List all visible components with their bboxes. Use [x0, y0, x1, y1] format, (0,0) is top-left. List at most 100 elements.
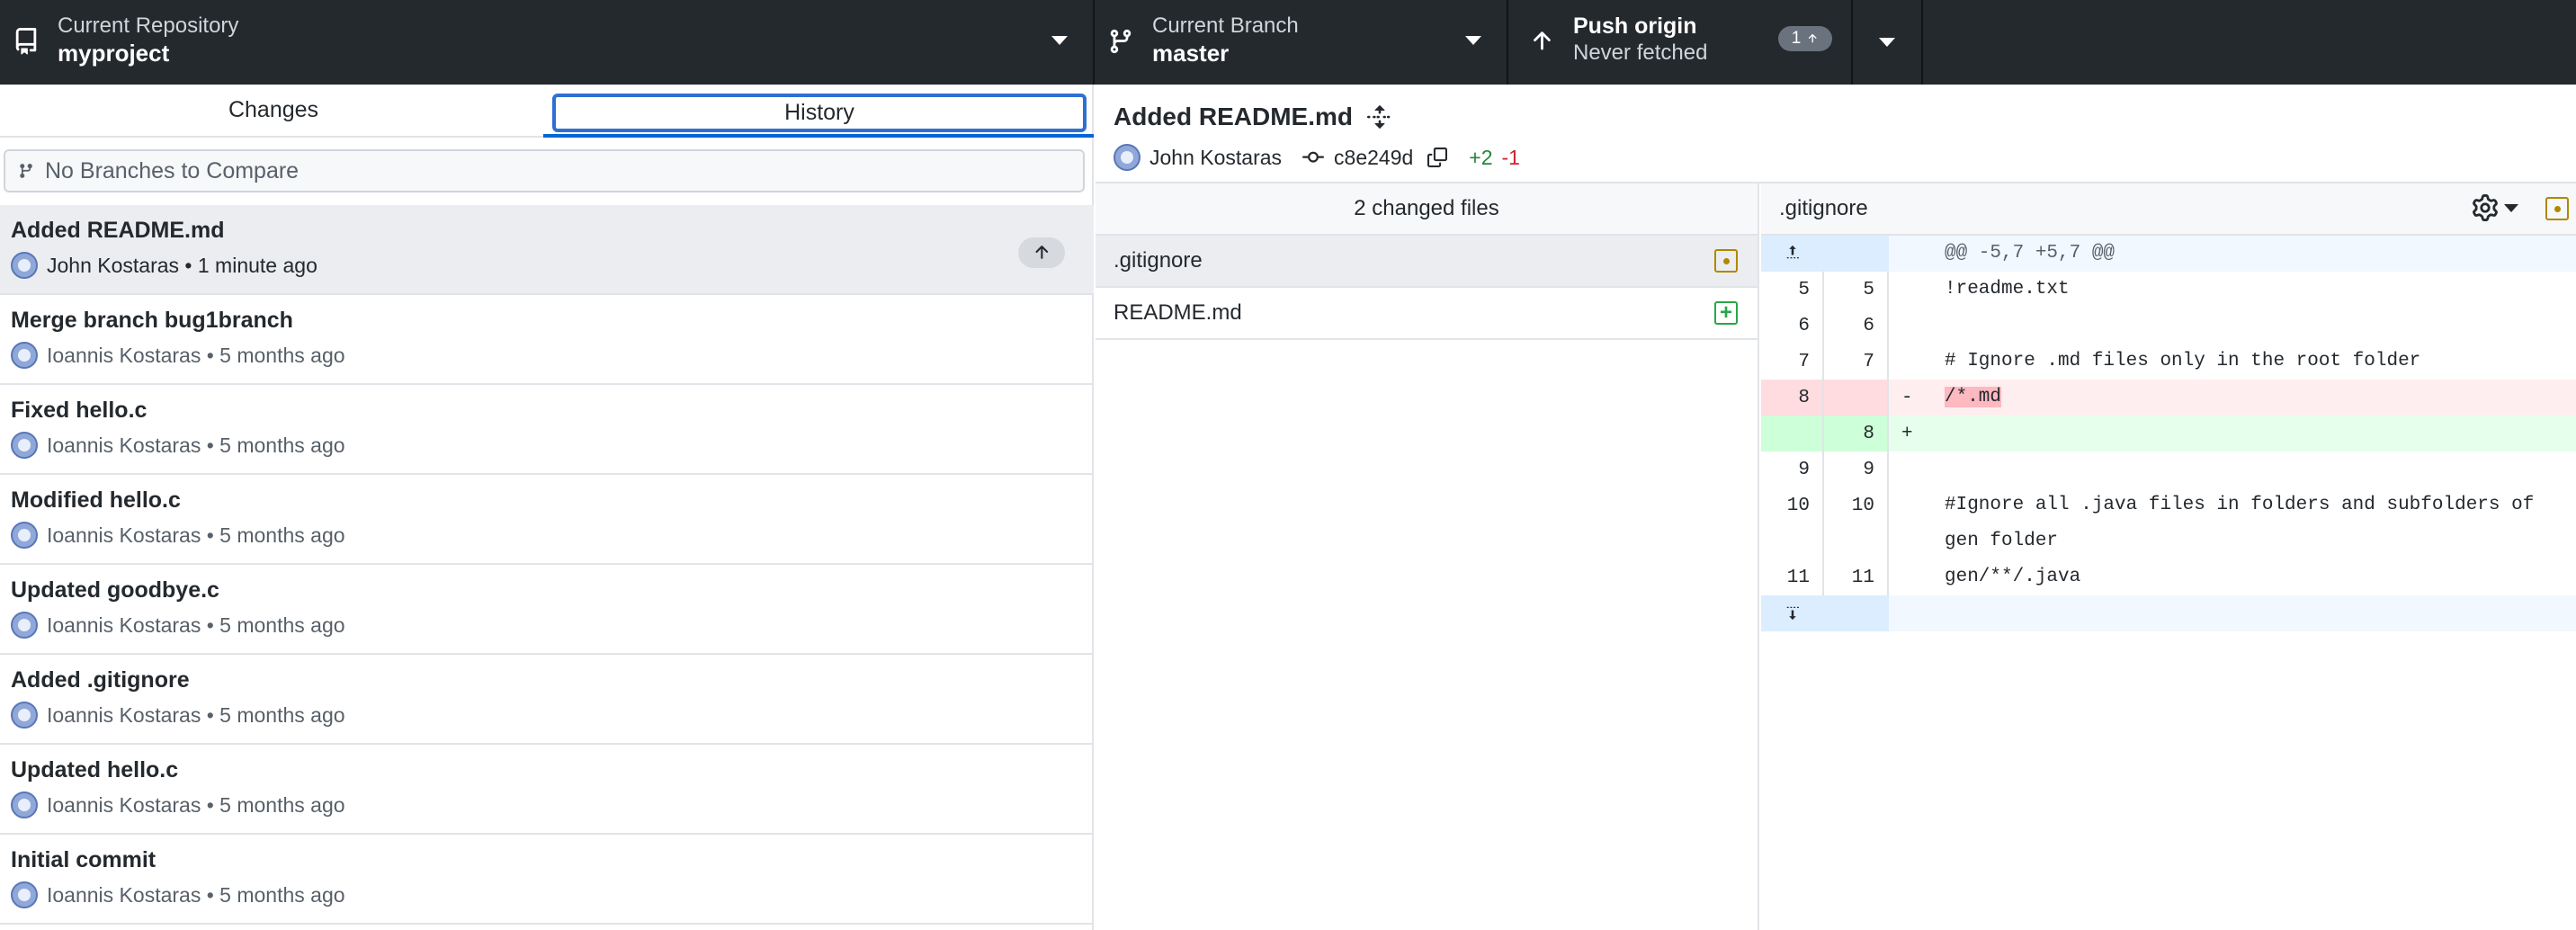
commit-item[interactable]: Fixed hello.c Ioannis Kostaras • 5 months… — [0, 385, 1094, 475]
expand-down-icon — [1786, 606, 1799, 621]
commit-sha: c8e249d — [1334, 145, 1414, 169]
diff-settings-button[interactable] — [2472, 194, 2518, 221]
git-commit-icon — [1302, 151, 1325, 163]
git-branch-icon — [20, 164, 32, 178]
commit-time: 5 months ago — [219, 523, 345, 547]
expand-up-button[interactable] — [1761, 236, 1824, 272]
new-line-number: 10 — [1824, 487, 1889, 559]
commit-meta: Ioannis Kostaras • 5 months ago — [11, 432, 345, 459]
old-line-number: 5 — [1761, 272, 1824, 308]
tab-changes[interactable]: Changes — [0, 85, 547, 136]
commit-meta: Ioannis Kostaras • 5 months ago — [11, 342, 345, 369]
fetch-status: Never fetched — [1573, 40, 1708, 65]
commit-author: Ioannis Kostaras — [47, 523, 201, 547]
diff-filename: .gitignore — [1779, 196, 1868, 220]
line-code: /*.md — [1945, 387, 2002, 407]
lines-deleted: -1 — [1501, 145, 1520, 169]
tab-bar: Changes History — [0, 85, 1094, 138]
commit-time: 5 months ago — [219, 433, 345, 457]
current-branch-button[interactable]: Current Branch master — [1095, 0, 1508, 85]
current-repository-button[interactable]: Current Repository myproject — [0, 0, 1095, 85]
added-icon: + — [1714, 301, 1738, 325]
changed-files-header: 2 changed files — [1096, 183, 1758, 236]
commit-meta: Ioannis Kostaras • 5 months ago — [11, 702, 345, 729]
file-name: README.md — [1114, 300, 1242, 325]
separator-dot: • — [201, 882, 220, 907]
history-sidebar: Changes History No Branches to Compare A… — [0, 85, 1094, 930]
chevron-down-icon — [1051, 36, 1068, 45]
avatar — [11, 702, 38, 729]
new-line-number: 11 — [1824, 559, 1889, 595]
new-line-number — [1824, 380, 1889, 416]
commit-summary-text: Initial commit — [11, 847, 157, 872]
commit-time: 1 minute ago — [197, 253, 318, 277]
tab-history[interactable]: History — [552, 94, 1087, 132]
separator-dot: • — [201, 613, 220, 637]
commit-item[interactable]: Modified hello.c Ioannis Kostaras • 5 mon… — [0, 475, 1094, 565]
repository-name: myproject — [58, 40, 170, 67]
old-line-number: 8 — [1761, 380, 1824, 416]
old-line-number — [1761, 416, 1824, 452]
commit-author: John Kostaras — [47, 253, 180, 277]
commit-item[interactable]: Added .gitignore Ioannis Kostaras • 5 mon… — [0, 655, 1094, 745]
gear-icon — [2473, 194, 2498, 221]
commit-author: Ioannis Kostaras — [47, 702, 201, 727]
file-item[interactable]: .gitignore — [1096, 236, 1758, 288]
commit-summary-text: Added .gitignore — [11, 667, 190, 693]
new-line-number: 5 — [1824, 272, 1889, 308]
line-sign: + — [1901, 424, 1913, 444]
commit-meta: Ioannis Kostaras • 5 months ago — [11, 791, 345, 818]
old-line-number: 6 — [1761, 308, 1824, 344]
commit-time: 5 months ago — [219, 343, 345, 367]
expand-down-button[interactable] — [1761, 595, 1824, 631]
commit-item[interactable]: Added README.md John Kostaras • 1 minute … — [0, 205, 1094, 295]
push-options-button[interactable] — [1853, 0, 1923, 85]
compare-branch-button[interactable]: No Branches to Compare — [4, 149, 1085, 192]
separator-dot: • — [179, 253, 198, 277]
line-code: #Ignore all .java files in folders and s… — [1945, 495, 2545, 551]
avatar — [11, 432, 38, 459]
separator-dot: • — [201, 702, 220, 727]
push-count: 1 — [1791, 29, 1802, 48]
commit-item[interactable]: Updated hello.c Ioannis Kostaras • 5 mont… — [0, 745, 1094, 835]
arrow-up-icon — [1534, 31, 1551, 50]
commit-time: 5 months ago — [219, 882, 345, 907]
commit-item[interactable]: Merge branch bug1branch Ioannis Kostaras … — [0, 295, 1094, 385]
hunk-footer-row — [1761, 595, 2576, 631]
commit-time: 5 months ago — [219, 613, 345, 637]
avatar — [11, 342, 38, 369]
copy-icon[interactable] — [1427, 148, 1448, 167]
avatar — [11, 252, 38, 279]
commit-time: 5 months ago — [219, 702, 345, 727]
arrow-up-icon — [1809, 33, 1817, 43]
changed-files-panel: 2 changed files .gitignore README.md + — [1096, 183, 1759, 930]
commit-author: Ioannis Kostaras — [47, 343, 201, 367]
separator-dot: • — [201, 792, 220, 817]
commit-item[interactable]: Initial commit Ioannis Kostaras • 5 month… — [0, 835, 1094, 925]
old-line-number: 11 — [1761, 559, 1824, 595]
old-line-number: 9 — [1761, 452, 1824, 487]
diff-content: @@ -5,7 +5,7 @@ 5 5 !readme.txt 6 6 7 7 … — [1761, 236, 2576, 631]
new-line-number: 9 — [1824, 452, 1889, 487]
file-item[interactable]: README.md + — [1096, 288, 1758, 340]
commit-author: Ioannis Kostaras — [47, 882, 201, 907]
git-branch-icon — [1110, 29, 1131, 54]
diff-line: 10 10 #Ignore all .java files in folders… — [1761, 487, 2576, 559]
commit-meta: Ioannis Kostaras • 5 months ago — [11, 612, 345, 639]
unpushed-indicator — [1018, 237, 1065, 268]
toolbar: Current Repository myproject Current Bra… — [0, 0, 2576, 85]
commit-meta: Ioannis Kostaras • 5 months ago — [11, 522, 345, 549]
expand-up-icon — [1786, 245, 1799, 259]
diff-viewer: .gitignore @@ -5,7 +5,7 @@ 5 5 !readme.t… — [1761, 183, 2576, 930]
compare-placeholder: No Branches to Compare — [45, 157, 300, 183]
chevron-down-icon — [2504, 203, 2518, 212]
separator-dot: • — [201, 523, 220, 547]
commit-summary: Added README.md John Kostaras c8e249d +2… — [1096, 85, 2576, 183]
commit-time: 5 months ago — [219, 792, 345, 817]
commit-item[interactable]: Updated goodbye.c Ioannis Kostaras • 5 mo… — [0, 565, 1094, 655]
commit-author: Ioannis Kostaras — [47, 792, 201, 817]
unfold-icon[interactable] — [1367, 103, 1392, 131]
modified-icon — [1714, 249, 1738, 273]
push-count-badge: 1 — [1778, 26, 1832, 51]
separator-dot: • — [201, 343, 220, 367]
